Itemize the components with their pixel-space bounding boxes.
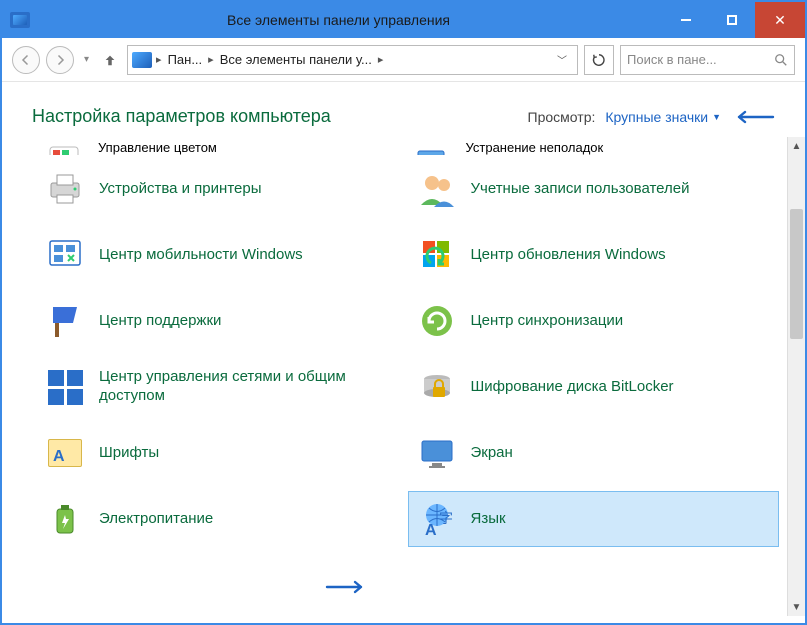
item-devices-printers[interactable]: Устройства и принтеры xyxy=(36,161,408,217)
annotation-arrow-icon xyxy=(731,109,775,125)
breadcrumb-separator-icon: ▸ xyxy=(378,53,384,66)
items-grid: Устройства и принтеры Учетные записи пол… xyxy=(28,155,779,547)
item-label: Центр синхронизации xyxy=(471,312,624,331)
item-action-center[interactable]: Центр поддержки xyxy=(36,293,408,349)
display-icon xyxy=(417,433,457,473)
item-windows-update[interactable]: Центр обновления Windows xyxy=(408,227,780,283)
page-title: Настройка параметров компьютера xyxy=(32,106,331,127)
breadcrumb-segment[interactable]: Все элементы панели у... xyxy=(218,52,374,67)
page-header: Настройка параметров компьютера Просмотр… xyxy=(2,82,805,137)
search-icon xyxy=(774,53,788,67)
items-pane: Управление цветом Устранение неполадок У… xyxy=(2,137,805,616)
item-power-options[interactable]: Электропитание xyxy=(36,491,408,547)
breadcrumb[interactable]: ▸ Пан... ▸ Все элементы панели у... ▸ ﹀ xyxy=(127,45,578,75)
item-label: Управление цветом xyxy=(98,140,217,155)
sync-center-icon xyxy=(417,301,457,341)
view-mode-dropdown[interactable]: Крупные значки ▼ xyxy=(605,109,721,125)
language-icon: A字 xyxy=(417,499,457,539)
breadcrumb-segment[interactable]: Пан... xyxy=(166,52,205,67)
bitlocker-icon xyxy=(417,367,457,407)
breadcrumb-dropdown-icon[interactable]: ﹀ xyxy=(551,52,573,67)
item-label: Центр обновления Windows xyxy=(471,246,666,265)
vertical-scrollbar[interactable]: ▲ ▼ xyxy=(787,137,805,616)
items-cut-row: Управление цветом Устранение неполадок xyxy=(28,137,779,155)
color-management-icon xyxy=(44,141,84,155)
control-panel-icon xyxy=(132,52,152,68)
item-label: Экран xyxy=(471,444,513,463)
address-bar: ▾ ▸ Пан... ▸ Все элементы панели у... ▸ … xyxy=(2,38,805,82)
item-label: Центр поддержки xyxy=(99,312,221,331)
scroll-down-button[interactable]: ▼ xyxy=(788,598,805,616)
svg-text:A: A xyxy=(425,522,437,539)
nav-back-button[interactable] xyxy=(12,46,40,74)
nav-forward-button[interactable] xyxy=(46,46,74,74)
scrollbar-thumb[interactable] xyxy=(790,209,803,339)
item-language[interactable]: A字 Язык xyxy=(408,491,780,547)
breadcrumb-separator-icon: ▸ xyxy=(156,53,162,66)
network-sharing-icon xyxy=(45,367,85,407)
control-panel-window: Все элементы панели управления ✕ ▾ ▸ Пан… xyxy=(0,0,807,625)
item-mobility-center[interactable]: Центр мобильности Windows xyxy=(36,227,408,283)
troubleshoot-icon xyxy=(412,141,452,155)
item-label: Центр управления сетями и общим доступом xyxy=(99,368,399,406)
item-sync-center[interactable]: Центр синхронизации xyxy=(408,293,780,349)
fonts-icon xyxy=(45,433,85,473)
search-input[interactable]: Поиск в пане... xyxy=(620,45,795,75)
maximize-button[interactable] xyxy=(709,2,755,38)
titlebar: Все элементы панели управления ✕ xyxy=(2,2,805,38)
search-placeholder: Поиск в пане... xyxy=(627,52,717,67)
refresh-button[interactable] xyxy=(584,45,614,75)
windows-update-icon xyxy=(417,235,457,275)
scroll-up-button[interactable]: ▲ xyxy=(788,137,805,155)
item-label: Центр мобильности Windows xyxy=(99,246,303,265)
chevron-down-icon: ▼ xyxy=(712,112,721,122)
close-button[interactable]: ✕ xyxy=(755,2,805,38)
item-label: Устранение неполадок xyxy=(466,140,604,155)
user-accounts-icon xyxy=(417,169,457,209)
item-bitlocker[interactable]: Шифрование диска BitLocker xyxy=(408,359,780,415)
item-color-management[interactable]: Управление цветом xyxy=(36,137,404,155)
view-mode-text: Крупные значки xyxy=(605,109,708,125)
annotation-arrow-icon xyxy=(325,579,369,598)
mobility-center-icon xyxy=(45,235,85,275)
view-label: Просмотр: xyxy=(528,109,596,125)
power-options-icon xyxy=(45,499,85,539)
item-troubleshooting[interactable]: Устранение неполадок xyxy=(404,137,772,155)
item-display[interactable]: Экран xyxy=(408,425,780,481)
nav-history-dropdown[interactable]: ▾ xyxy=(80,54,93,65)
item-label: Устройства и принтеры xyxy=(99,180,261,199)
item-label: Язык xyxy=(471,510,506,529)
svg-text:字: 字 xyxy=(439,510,453,526)
action-center-icon xyxy=(45,301,85,341)
nav-up-button[interactable] xyxy=(99,49,121,71)
item-label: Электропитание xyxy=(99,510,213,529)
item-user-accounts[interactable]: Учетные записи пользователей xyxy=(408,161,780,217)
item-fonts[interactable]: Шрифты xyxy=(36,425,408,481)
item-label: Шифрование диска BitLocker xyxy=(471,378,674,397)
breadcrumb-separator-icon: ▸ xyxy=(208,53,214,66)
window-title: Все элементы панели управления xyxy=(2,12,675,28)
devices-printers-icon xyxy=(45,169,85,209)
item-network-sharing[interactable]: Центр управления сетями и общим доступом xyxy=(36,359,408,415)
item-label: Учетные записи пользователей xyxy=(471,180,690,199)
item-label: Шрифты xyxy=(99,444,159,463)
